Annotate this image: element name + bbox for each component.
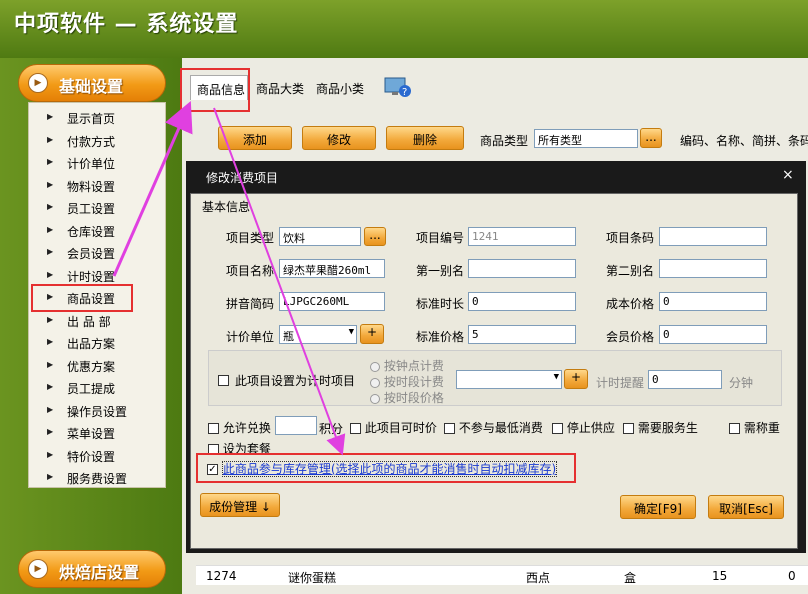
- annotation-arrows: [112, 101, 346, 456]
- arrow-tab-to-stock: [213, 107, 346, 456]
- arrow-menu-to-tab: [112, 101, 193, 277]
